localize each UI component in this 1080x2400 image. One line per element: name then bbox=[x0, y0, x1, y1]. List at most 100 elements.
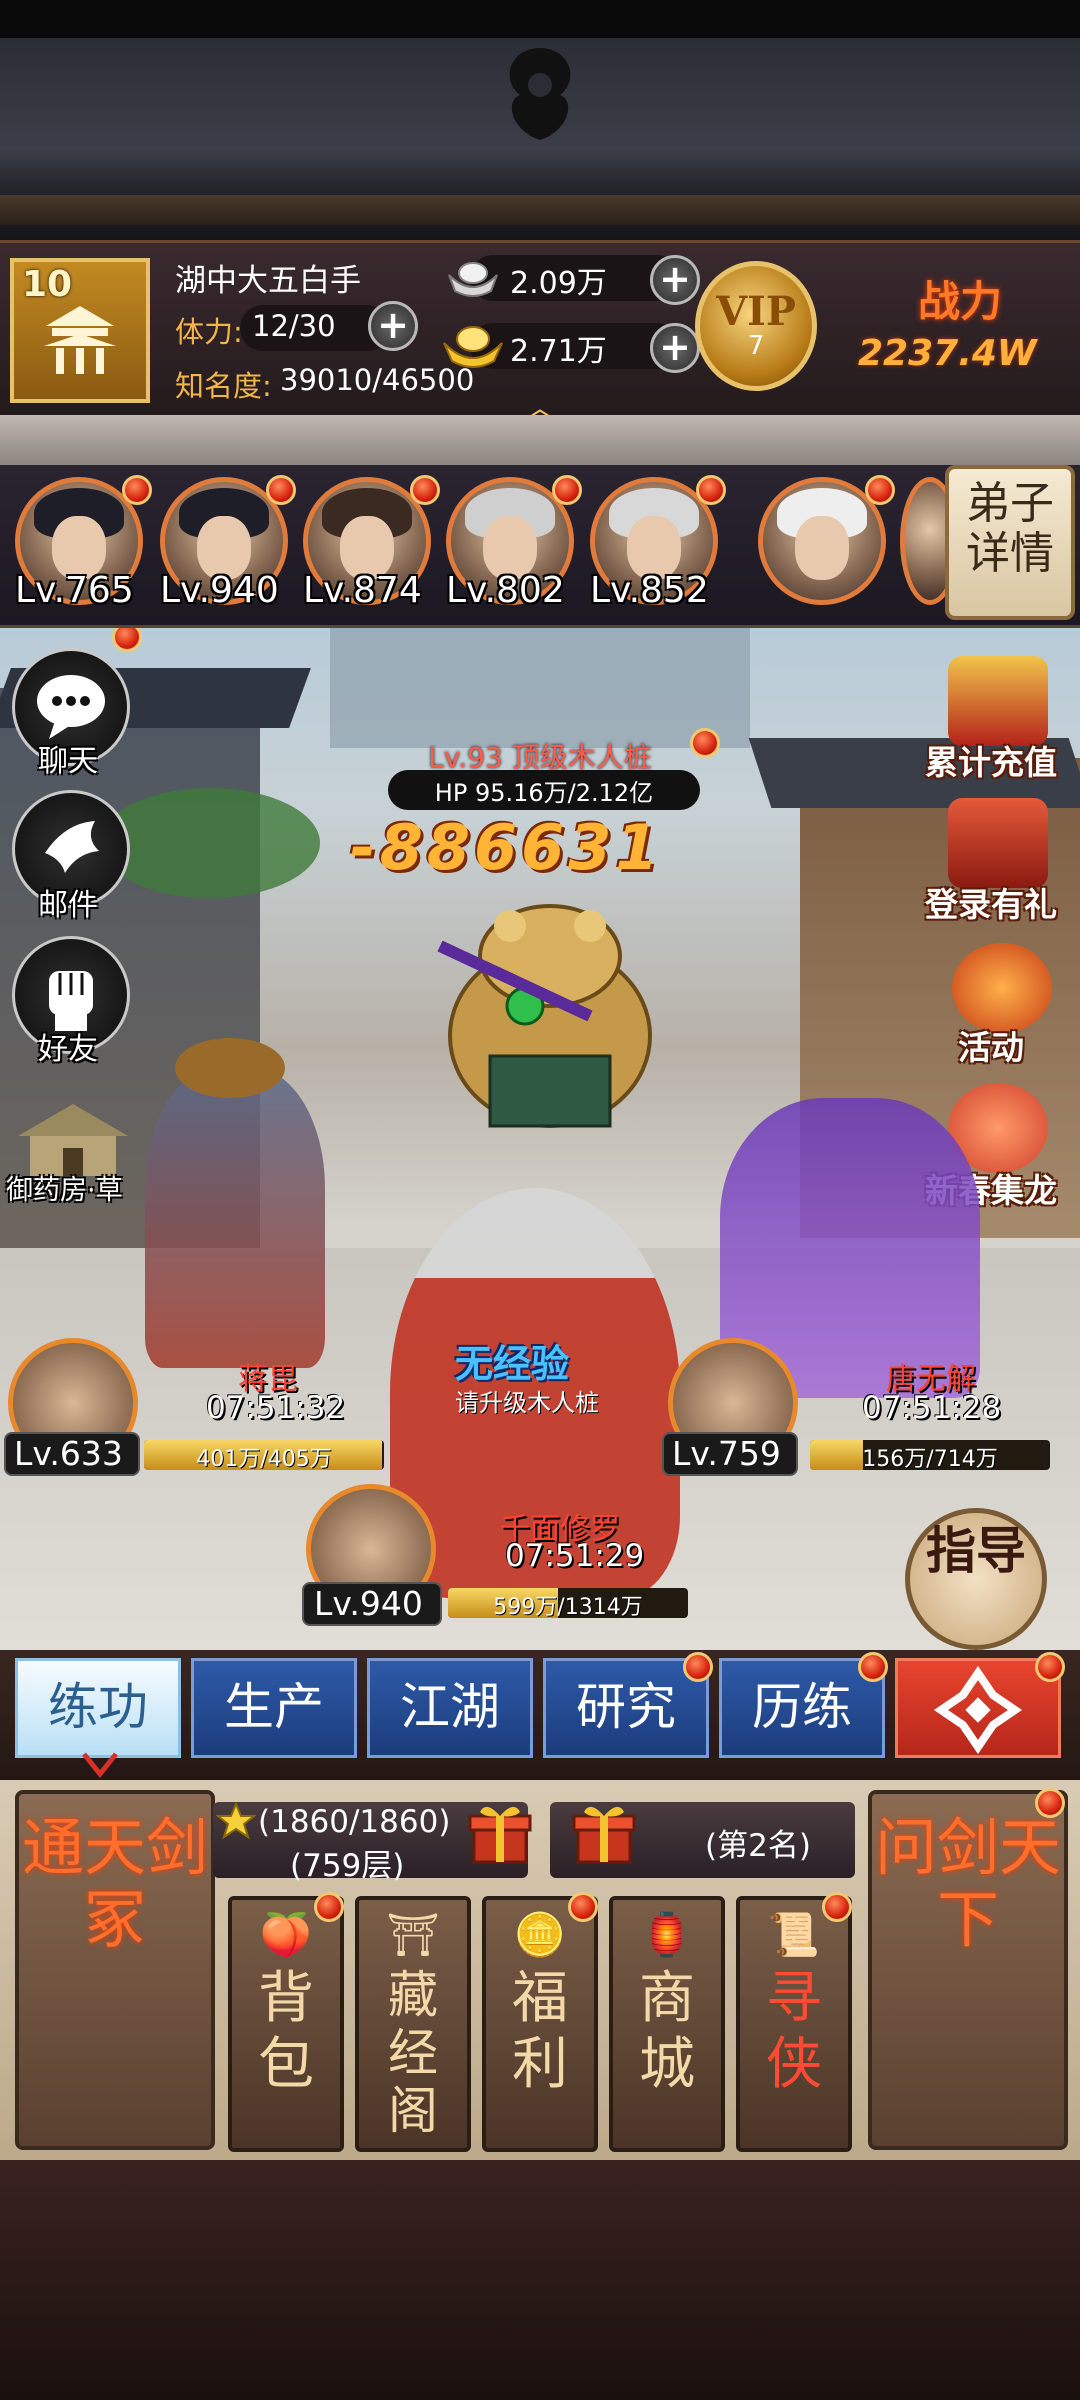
gold-amount: 2.71万 bbox=[510, 334, 607, 369]
battle-scene: 聊天 邮件 好友 御药房·草 累计充值 登录有礼 活动 新春集龙 Lv.93 顶… bbox=[0, 628, 1080, 1650]
hero-timer: 07:51:28 bbox=[862, 1390, 1002, 1426]
vip-level: 7 bbox=[747, 331, 765, 361]
shop-button[interactable]: 🏮 商城 bbox=[609, 1896, 725, 2152]
footer-decoration bbox=[0, 2160, 1080, 2400]
notification-dot bbox=[410, 475, 440, 505]
gift-chest-icon[interactable] bbox=[948, 798, 1048, 888]
golden-toad-icon[interactable] bbox=[430, 886, 670, 1136]
login-gift-label[interactable]: 登录有礼 bbox=[925, 878, 1057, 926]
card-label: 背包 bbox=[258, 1966, 314, 2097]
notification-dot bbox=[266, 475, 296, 505]
notification-dot bbox=[865, 475, 895, 505]
stamina-label: 体力: bbox=[175, 315, 243, 349]
notification-dot bbox=[314, 1892, 344, 1922]
no-exp-hint: 请升级木人桩 bbox=[455, 1389, 599, 1417]
guide-label: 指导 bbox=[926, 1521, 1026, 1580]
rank-text: (第2名) bbox=[705, 1828, 811, 1864]
find-hero-button[interactable]: 📜 寻侠 bbox=[736, 1896, 852, 2152]
vip-badge[interactable]: VIP 7 bbox=[695, 261, 817, 391]
tab-pointer-icon bbox=[82, 1752, 118, 1779]
hero-level: Lv.633 bbox=[14, 1434, 123, 1473]
tab-jianghu[interactable]: 江湖 bbox=[367, 1658, 533, 1758]
treasure-chest-icon[interactable] bbox=[948, 656, 1048, 746]
notification-dot bbox=[1035, 1652, 1065, 1682]
hero-level: Lv.759 bbox=[672, 1434, 781, 1473]
pavilion-icon: ⛩ bbox=[386, 1910, 440, 1959]
sect-building-icon bbox=[44, 306, 116, 374]
player-name: 湖中大五白手 bbox=[175, 263, 361, 299]
hero-hp-text: 599万/1314万 bbox=[493, 1595, 643, 1618]
silver-ingot-icon bbox=[448, 262, 498, 297]
power-value: 2237.4W bbox=[858, 333, 1037, 374]
vip-label: VIP bbox=[716, 288, 796, 335]
add-stamina-button[interactable]: + bbox=[368, 301, 418, 351]
card-label: 寻侠 bbox=[766, 1966, 822, 2097]
disciple-level: Lv.802 bbox=[446, 570, 565, 611]
mail-label: 邮件 bbox=[38, 888, 98, 923]
power-label: 战力 bbox=[918, 277, 1003, 326]
tower-progress: (1860/1860) bbox=[258, 1804, 451, 1840]
welfare-button[interactable]: 🪙 福利 bbox=[482, 1896, 598, 2152]
roof-ornament-icon bbox=[509, 48, 571, 140]
notification-dot bbox=[552, 475, 582, 505]
roof-banner bbox=[0, 0, 1080, 240]
notification-dot bbox=[683, 1652, 713, 1682]
disciple-row: Lv.765 Lv.940 Lv.874 Lv.802 Lv.852 bbox=[0, 465, 1080, 628]
gold-ingot-icon bbox=[443, 326, 503, 368]
stamina-value: 12/30 bbox=[252, 309, 336, 343]
warrior-helmet bbox=[175, 1038, 285, 1098]
tower-floor: (759层) bbox=[290, 1848, 405, 1884]
disciple-level: Lv.940 bbox=[160, 570, 279, 611]
disciple-level: Lv.852 bbox=[590, 570, 709, 611]
disciple-level: Lv.765 bbox=[15, 570, 134, 611]
notification-dot bbox=[696, 475, 726, 505]
friends-label: 好友 bbox=[38, 1032, 98, 1067]
gift-box-icon[interactable] bbox=[572, 1800, 636, 1866]
player-avatar[interactable]: 10 bbox=[10, 258, 150, 403]
player-level: 10 bbox=[22, 264, 73, 305]
divider bbox=[0, 415, 1080, 465]
disciple-level: Lv.874 bbox=[303, 570, 422, 611]
hero-timer: 07:51:32 bbox=[206, 1390, 346, 1426]
add-silver-button[interactable]: + bbox=[650, 255, 700, 305]
notification-dot bbox=[822, 1892, 852, 1922]
notification-dot bbox=[122, 475, 152, 505]
hero-hp-bar: 156万/714万 bbox=[810, 1440, 1050, 1470]
damage-number: -886631 bbox=[350, 811, 663, 884]
sword-duel-button[interactable]: 问剑天下 bbox=[868, 1790, 1068, 2150]
notification-dot bbox=[858, 1652, 888, 1682]
hero-hp-text: 156万/714万 bbox=[862, 1447, 998, 1470]
library-button[interactable]: ⛩ 藏经阁 bbox=[355, 1896, 471, 2152]
pharmacy-label: 御药房·草 bbox=[6, 1175, 123, 1206]
main-tab-bar: 练功 生产 江湖 研究 历练 bbox=[0, 1650, 1080, 1780]
backpack-button[interactable]: 🍑 背包 bbox=[228, 1896, 344, 2152]
card-label: 商城 bbox=[639, 1966, 695, 2097]
hero-timer: 07:51:29 bbox=[505, 1538, 645, 1574]
notification-dot bbox=[1035, 1788, 1065, 1818]
gift-box-icon[interactable] bbox=[468, 1800, 532, 1866]
card-label: 藏经阁 bbox=[388, 1966, 438, 2140]
disciple-detail-button[interactable]: 弟子详情 bbox=[945, 465, 1075, 620]
warrior-figure bbox=[145, 1068, 325, 1368]
lantern-icon[interactable] bbox=[952, 943, 1052, 1033]
activity-label[interactable]: 活动 bbox=[958, 1021, 1024, 1069]
notification-dot bbox=[112, 628, 142, 652]
notification-dot bbox=[690, 728, 720, 758]
knot-icon bbox=[933, 1665, 1023, 1755]
hero-level: Lv.940 bbox=[314, 1584, 423, 1623]
notification-dot bbox=[568, 1892, 598, 1922]
hero-hp-text: 401万/405万 bbox=[196, 1447, 332, 1470]
function-panel: 通天剑冢 问剑天下 (1860/1860) (759层) (第2名) 🍑 背包 … bbox=[0, 1780, 1080, 2160]
player-info-bar: 10 湖中大五白手 体力: 12/30 + 知名度: 39010/46500 2… bbox=[0, 240, 1080, 426]
hero-hp-bar: 599万/1314万 bbox=[448, 1588, 688, 1618]
hero-hp-bar: 401万/405万 bbox=[144, 1440, 384, 1470]
tab-production[interactable]: 生产 bbox=[191, 1658, 357, 1758]
silver-amount: 2.09万 bbox=[510, 266, 607, 301]
tab-practice[interactable]: 练功 bbox=[15, 1658, 181, 1758]
add-gold-button[interactable]: + bbox=[650, 323, 700, 373]
star-icon bbox=[216, 1802, 256, 1840]
sword-tomb-button[interactable]: 通天剑冢 bbox=[15, 1790, 215, 2150]
guide-button[interactable]: 指导 bbox=[905, 1508, 1047, 1650]
fame-label: 知名度: bbox=[175, 369, 272, 403]
boss-hp: HP 95.16万/2.12亿 bbox=[434, 779, 654, 807]
